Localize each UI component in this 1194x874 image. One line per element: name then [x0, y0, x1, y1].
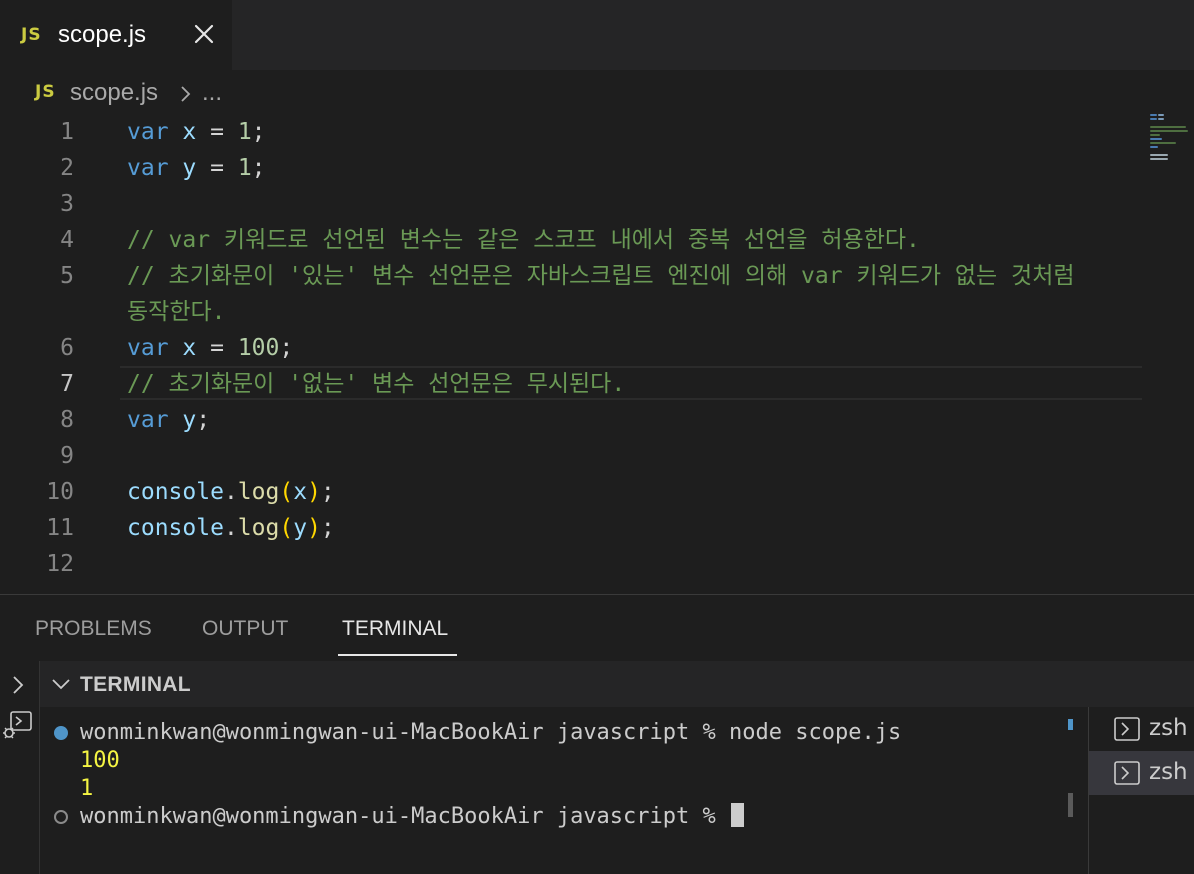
line-number: 8 [60, 407, 74, 433]
terminal-icon [1114, 761, 1140, 785]
line-number-active: 7 [60, 371, 74, 397]
terminal-line-output: 100 [80, 748, 120, 773]
line-number: 10 [46, 479, 74, 505]
line-number: 9 [60, 443, 74, 469]
tab-problems[interactable]: PROBLEMS [35, 617, 152, 641]
close-icon[interactable] [190, 20, 218, 48]
minimap-line [1150, 130, 1188, 132]
code-line-5-wrap: 동작한다. [127, 299, 226, 325]
code-line-8: var y; [127, 407, 211, 433]
line-number: 4 [60, 227, 74, 253]
terminal-line-command: wonminkwan@wonmingwan-ui-MacBookAir java… [80, 720, 902, 745]
breadcrumb-symbols[interactable]: ... [202, 79, 222, 107]
line-number: 11 [46, 515, 74, 541]
terminal-section-header[interactable]: TERMINAL [40, 661, 1194, 707]
terminal-line-output: 1 [80, 776, 94, 801]
javascript-file-icon: JS [35, 82, 56, 102]
line-number: 5 [60, 263, 74, 289]
tab-bar: JS scope.js [0, 0, 1194, 70]
minimap-line [1150, 154, 1168, 156]
code-editor[interactable]: 1 2 3 4 5 6 7 8 9 10 11 12 var x = 1; va… [0, 114, 1194, 594]
bottom-panel: PROBLEMS OUTPUT TERMINAL TERMINAL wonmin… [0, 594, 1194, 874]
scrollbar-marker [1068, 719, 1073, 730]
code-line-11: console.log(y); [127, 515, 335, 541]
breadcrumb-file[interactable]: scope.js [70, 79, 158, 107]
editor-tab-scope-js[interactable]: JS scope.js [0, 0, 232, 70]
panel-side-strip [0, 661, 40, 874]
tab-title: scope.js [58, 21, 147, 48]
terminal-instance-label: zsh [1149, 715, 1188, 741]
tab-terminal[interactable]: TERMINAL [342, 617, 448, 641]
terminal-instance-label: zsh [1149, 759, 1188, 785]
breadcrumb: JS scope.js ... [0, 70, 1194, 114]
terminal-prompt: wonminkwan@wonmingwan-ui-MacBookAir java… [80, 803, 745, 831]
terminal-header-title: TERMINAL [80, 673, 191, 696]
terminal-cursor [731, 803, 745, 827]
code-line-1: var x = 1; [127, 119, 266, 145]
minimap-line [1150, 138, 1162, 140]
debug-console-icon[interactable] [2, 709, 34, 746]
prompt-text: wonminkwan@wonmingwan-ui-MacBookAir java… [80, 804, 730, 829]
minimap-line [1150, 126, 1186, 128]
chevron-right-icon[interactable] [9, 673, 27, 702]
code-line-6: var x = 100; [127, 335, 294, 361]
line-number: 1 [60, 119, 74, 145]
minimap-line [1150, 118, 1157, 120]
chevron-right-icon [178, 83, 194, 110]
line-number: 3 [60, 191, 74, 217]
tab-output[interactable]: OUTPUT [202, 617, 288, 641]
code-line-4-comment: // var 키워드로 선언된 변수는 같은 스코프 내에서 중복 선언을 허용… [127, 227, 920, 253]
minimap-line [1158, 114, 1164, 116]
code-line-10: console.log(x); [127, 479, 335, 505]
terminal-instance-2[interactable]: zsh [1089, 751, 1194, 795]
minimap-line [1158, 118, 1164, 120]
minimap-line [1150, 158, 1168, 160]
line-number: 12 [46, 551, 74, 577]
terminal-icon [1114, 717, 1140, 741]
code-line-5-comment: // 초기화문이 '있는' 변수 선언문은 자바스크립트 엔진에 의해 var … [127, 263, 1075, 289]
line-number: 2 [60, 155, 74, 181]
code-line-2: var y = 1; [127, 155, 266, 181]
terminal-output[interactable]: wonminkwan@wonmingwan-ui-MacBookAir java… [40, 707, 1088, 874]
minimap-line [1150, 134, 1160, 136]
command-pending-icon[interactable] [54, 810, 68, 824]
terminal-instance-1[interactable]: zsh [1089, 707, 1194, 751]
code-line-7-comment: // 초기화문이 '없는' 변수 선언문은 무시된다. [127, 371, 626, 397]
javascript-file-icon: JS [21, 25, 42, 45]
minimap-line [1150, 146, 1158, 148]
chevron-down-icon[interactable] [50, 675, 72, 698]
terminal-instance-list: zsh zsh [1088, 707, 1194, 874]
minimap[interactable] [1148, 114, 1188, 174]
terminal-scrollbar[interactable] [1068, 793, 1073, 817]
minimap-line [1150, 114, 1157, 116]
command-success-icon[interactable] [54, 726, 68, 740]
minimap-line [1150, 142, 1176, 144]
active-tab-indicator [338, 654, 457, 656]
line-number: 6 [60, 335, 74, 361]
